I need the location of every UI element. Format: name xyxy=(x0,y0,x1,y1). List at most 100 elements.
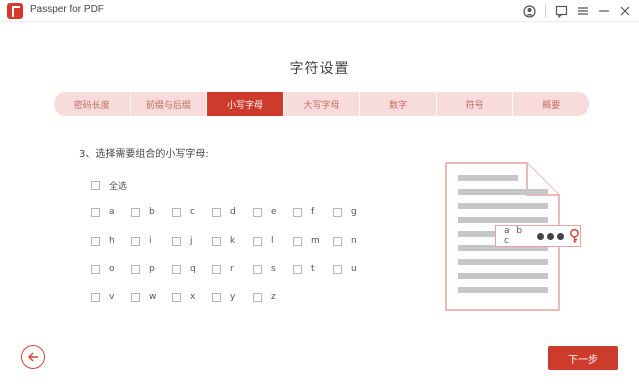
checkbox-box[interactable] xyxy=(91,236,100,246)
checkbox-w[interactable]: w xyxy=(131,292,156,302)
checkbox-box[interactable] xyxy=(91,292,100,302)
checkbox-s[interactable]: s xyxy=(253,264,276,274)
checkbox-label: o xyxy=(109,264,115,274)
app-title: Passper for PDF xyxy=(30,4,104,15)
dot xyxy=(537,232,545,240)
checkbox-v[interactable]: v xyxy=(91,292,114,302)
checkbox-r[interactable]: r xyxy=(212,264,234,274)
checkbox-o[interactable]: o xyxy=(91,264,115,274)
tab-prefix-suffix[interactable]: 前缀与后缀 xyxy=(130,92,208,116)
close-icon[interactable] xyxy=(616,2,634,20)
tab-password-length[interactable]: 密码长度 xyxy=(54,92,131,116)
password-badge: a b c xyxy=(495,225,581,247)
checkbox-box[interactable] xyxy=(212,236,221,246)
dot xyxy=(547,232,555,240)
checkbox-label: z xyxy=(271,292,276,302)
tab-lowercase[interactable]: 小写字母 xyxy=(207,92,284,116)
checkbox-label: x xyxy=(190,292,196,302)
checkbox-label: v xyxy=(109,292,115,302)
key-icon xyxy=(570,228,579,243)
checkbox-h[interactable]: h xyxy=(91,236,115,246)
checkbox-box[interactable] xyxy=(131,207,140,217)
checkbox-x[interactable]: x xyxy=(172,292,195,302)
badge-text: a b c xyxy=(504,226,525,246)
tab-numbers[interactable]: 数字 xyxy=(360,92,437,116)
checkbox-l[interactable]: l xyxy=(253,236,274,246)
checkbox-box[interactable] xyxy=(293,236,302,246)
checkbox-z[interactable]: z xyxy=(253,292,276,302)
checkbox-y[interactable]: y xyxy=(212,292,235,302)
checkbox-label: f xyxy=(311,207,315,217)
checkbox-box[interactable] xyxy=(212,207,221,217)
select-all-checkbox[interactable]: 全选 xyxy=(91,179,127,192)
checkbox-label: g xyxy=(351,207,357,217)
checkbox-b[interactable]: b xyxy=(131,207,155,217)
checkbox-box[interactable] xyxy=(333,207,342,217)
checkbox-box[interactable] xyxy=(172,236,181,246)
user-icon[interactable] xyxy=(520,2,538,20)
checkbox-i[interactable]: i xyxy=(131,236,152,246)
checkbox-label: l xyxy=(271,236,274,246)
checkbox-box[interactable] xyxy=(212,292,221,302)
checkbox-box[interactable] xyxy=(131,292,140,302)
checkbox-box[interactable] xyxy=(253,292,262,302)
checkbox-a[interactable]: a xyxy=(91,207,115,217)
next-button[interactable]: 下一步 xyxy=(548,346,618,370)
checkbox-g[interactable]: g xyxy=(333,207,357,217)
checkbox-label: e xyxy=(271,207,277,217)
checkbox-d[interactable]: d xyxy=(212,207,236,217)
checkbox-label: r xyxy=(230,264,234,274)
checkbox-j[interactable]: j xyxy=(172,236,193,246)
checkbox-label: q xyxy=(190,264,196,274)
feedback-icon[interactable] xyxy=(552,2,570,20)
checkbox-box[interactable] xyxy=(253,236,262,246)
title-bar: Passper for PDF xyxy=(0,0,639,22)
checkbox-label: y xyxy=(230,292,236,302)
checkbox-box[interactable] xyxy=(333,264,342,274)
checkbox-box[interactable] xyxy=(333,236,342,246)
checkbox-box[interactable] xyxy=(212,264,221,274)
step-tabs: 密码长度 前缀与后缀 小写字母 大写字母 数字 符号 概要 xyxy=(54,92,589,116)
checkbox-box[interactable] xyxy=(91,181,100,190)
tab-uppercase[interactable]: 大写字母 xyxy=(283,92,361,116)
checkbox-label: k xyxy=(230,236,236,246)
dot xyxy=(557,232,565,240)
checkbox-box[interactable] xyxy=(253,207,262,217)
checkbox-c[interactable]: c xyxy=(172,207,195,217)
checkbox-label: j xyxy=(190,236,193,246)
checkbox-label: h xyxy=(109,236,115,246)
checkbox-k[interactable]: k xyxy=(212,236,235,246)
checkbox-box[interactable] xyxy=(91,207,100,217)
checkbox-box[interactable] xyxy=(253,264,262,274)
checkbox-label: n xyxy=(351,236,357,246)
checkbox-f[interactable]: f xyxy=(293,207,314,217)
checkbox-box[interactable] xyxy=(293,264,302,274)
checkbox-label: w xyxy=(149,292,157,302)
checkbox-n[interactable]: n xyxy=(333,236,357,246)
checkbox-box[interactable] xyxy=(293,207,302,217)
checkbox-box[interactable] xyxy=(91,264,100,274)
checkbox-label: d xyxy=(230,207,236,217)
checkbox-box[interactable] xyxy=(131,236,140,246)
checkbox-m[interactable]: m xyxy=(293,236,320,246)
checkbox-p[interactable]: p xyxy=(131,264,155,274)
tab-symbols[interactable]: 符号 xyxy=(436,92,514,116)
checkbox-box[interactable] xyxy=(172,207,181,217)
checkbox-box[interactable] xyxy=(172,264,181,274)
masked-dots xyxy=(537,232,565,240)
checkbox-q[interactable]: q xyxy=(172,264,196,274)
checkbox-t[interactable]: t xyxy=(293,264,315,274)
checkbox-u[interactable]: u xyxy=(333,264,357,274)
checkbox-box[interactable] xyxy=(172,292,181,302)
select-all-label: 全选 xyxy=(109,182,128,192)
tab-summary[interactable]: 概要 xyxy=(513,92,589,116)
checkbox-label: b xyxy=(149,207,155,217)
checkbox-box[interactable] xyxy=(131,264,140,274)
menu-icon[interactable] xyxy=(574,2,592,20)
back-button[interactable] xyxy=(21,345,45,369)
minimize-icon[interactable] xyxy=(595,2,613,20)
checkbox-label: s xyxy=(271,264,276,274)
checkbox-label: t xyxy=(311,264,315,274)
checkbox-label: p xyxy=(149,264,155,274)
checkbox-e[interactable]: e xyxy=(253,207,277,217)
